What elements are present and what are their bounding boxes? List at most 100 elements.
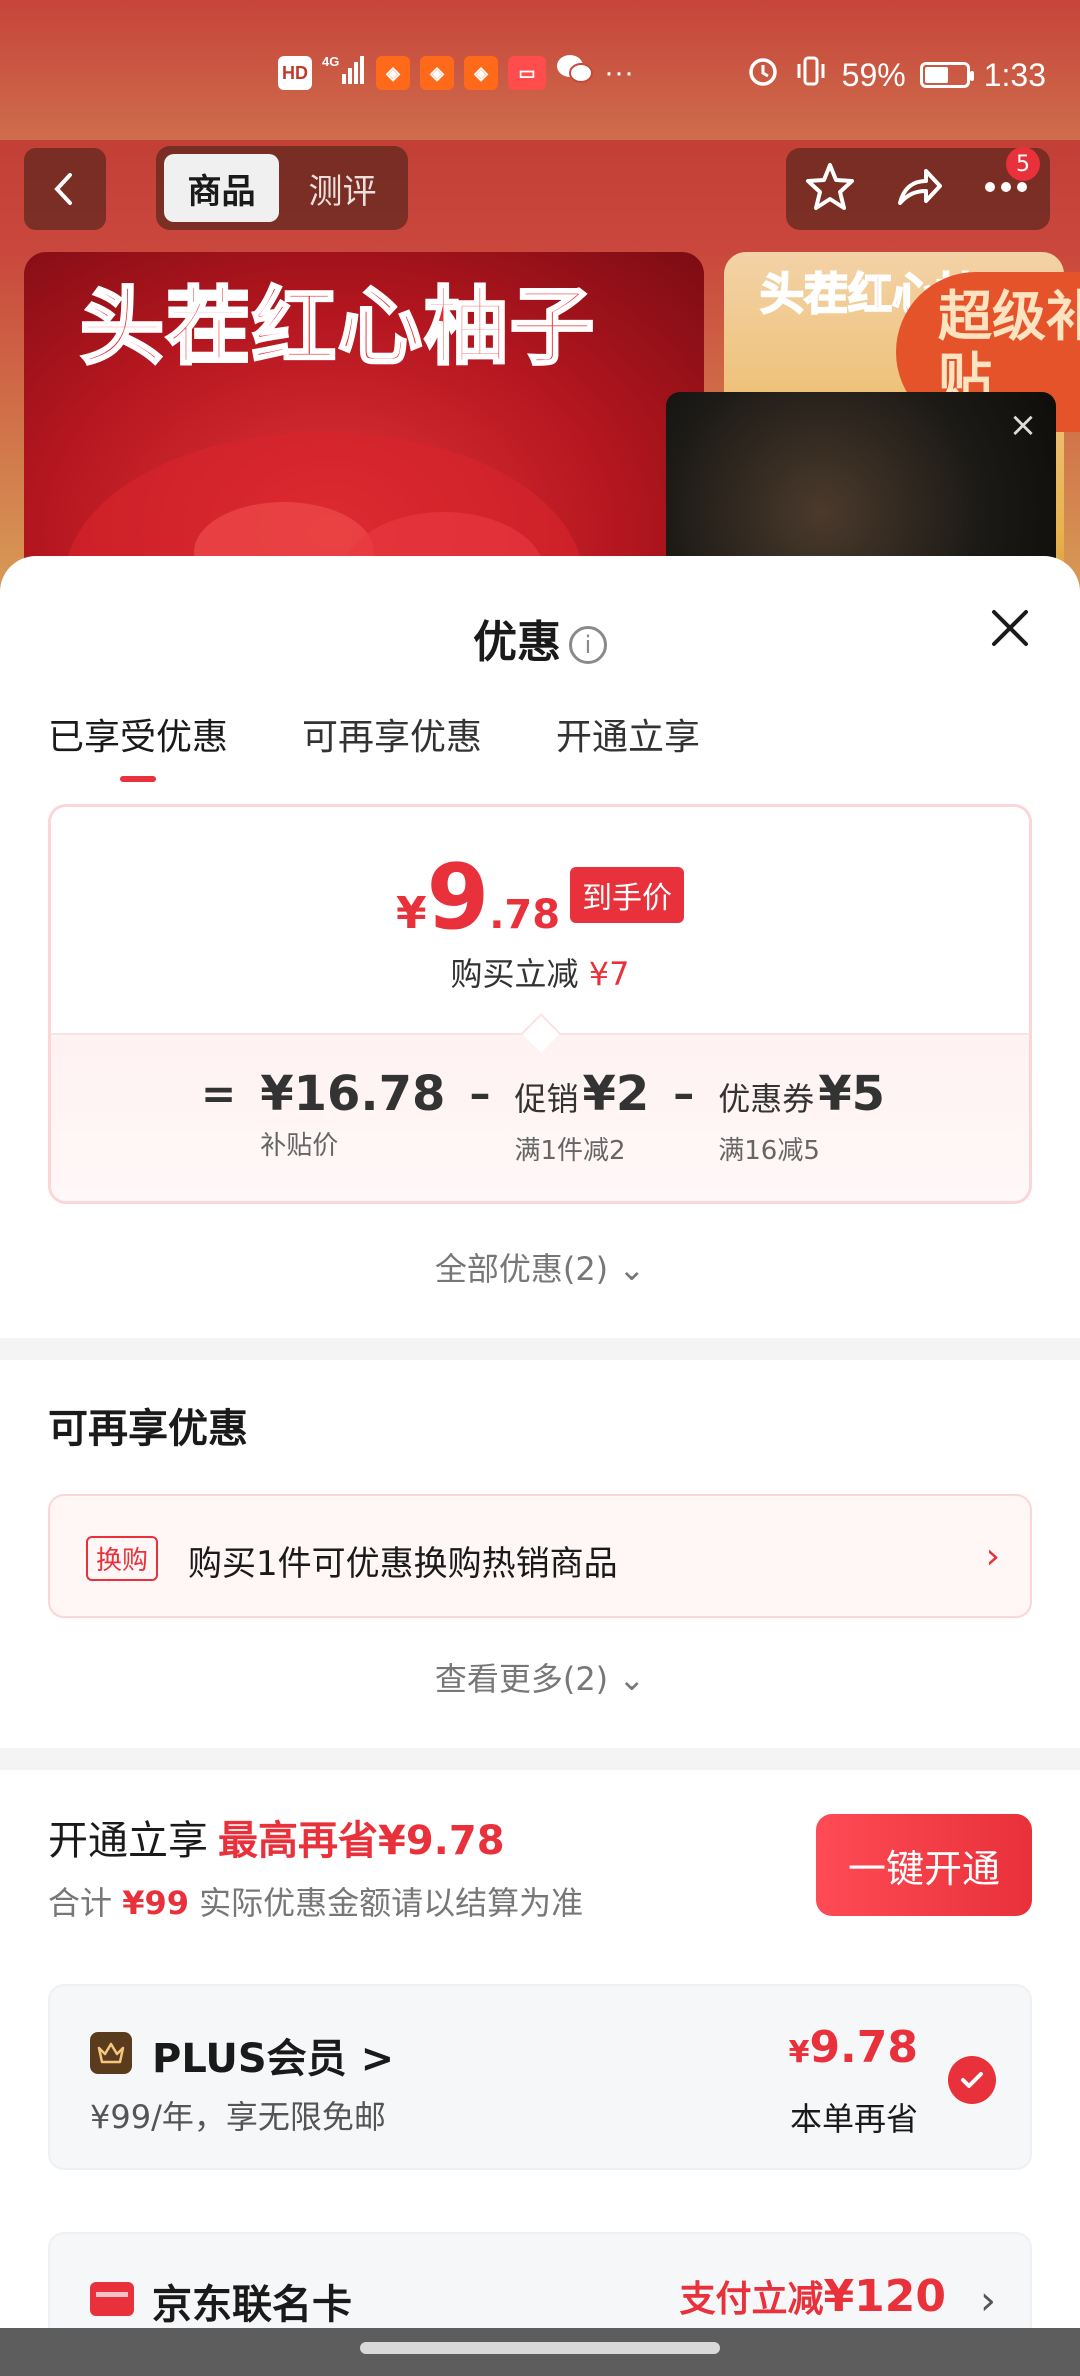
breakdown-value-line: 优惠券¥5 [718, 1067, 885, 1126]
swap-offer-text: 购买1件可优惠换购热销商品 [188, 1544, 618, 1584]
chevron-left-icon [54, 173, 72, 205]
reduce-value: ¥7 [588, 955, 630, 993]
breakdown-operator: – [673, 1069, 695, 1118]
close-icon[interactable] [988, 606, 1032, 650]
message-badge: 5 [1006, 147, 1040, 181]
price-summary: ¥9.78 到手价 购买立减 ¥7 [51, 807, 1029, 1033]
reduce-line: 购买立减 ¥7 [51, 949, 1029, 995]
credit-card-icon [90, 2282, 134, 2316]
plus-save-amount: ¥9.78 [789, 2022, 918, 2073]
hd-icon: HD [278, 56, 312, 90]
plus-membership-card[interactable]: PLUS会员 > ¥99/年，享无限免邮 ¥9.78 本单再省 [48, 1984, 1032, 2170]
section-divider [0, 1338, 1080, 1360]
breakdown-prefix: 促销 [514, 1080, 579, 1118]
signal-icon: 4G [322, 52, 366, 94]
chevron-right-icon: › [985, 1536, 1000, 1577]
tab-more-available[interactable]: 可再享优惠 [302, 708, 482, 764]
product-navbar: 商品 测评 5 [0, 146, 1080, 230]
activate-title-highlight: 最高再省¥9.78 [218, 1818, 505, 1864]
plus-membership-name[interactable]: PLUS会员 > [152, 2026, 394, 2084]
activate-sub-suffix: 实际优惠金额请以结算为准 [199, 1884, 584, 1922]
home-indicator[interactable] [360, 2342, 720, 2354]
tab-enjoyed[interactable]: 已享受优惠 [48, 708, 228, 782]
chevron-right-icon: › [980, 2278, 996, 2324]
plus-membership-desc: ¥99/年，享无限免邮 [90, 2098, 386, 2136]
sheet-header: 优惠 i [0, 556, 1080, 668]
cobrand-card-name: 京东联名卡 [152, 2282, 352, 2328]
plus-save-currency: ¥ [788, 2035, 810, 2070]
plus-save-value: 9.78 [809, 2022, 918, 2073]
system-nav-bar [0, 2328, 1080, 2376]
status-left-icons: HD 4G ◈ ◈ ◈ ▭ ··· [278, 52, 634, 94]
app-notification-icon: ◈ [420, 56, 454, 90]
nav-actions: 5 [786, 147, 1050, 230]
breakdown-note: 满1件减2 [514, 1136, 626, 1166]
breakdown-value: ¥16.78 [260, 1066, 446, 1122]
breakdown-item-coupon: 优惠券¥5 满16减5 [718, 1067, 885, 1167]
discount-bottom-sheet: 优惠 i 已享受优惠 可再享优惠 开通立享 ¥9.78 到手价 购买立减 ¥7 = … [0, 556, 1080, 2376]
tab-product[interactable]: 商品 [164, 154, 279, 222]
swap-tag: 换购 [86, 1536, 159, 1581]
activate-title-text: 开通立享 [48, 1818, 208, 1864]
final-price-currency: ¥ [395, 888, 427, 939]
more-offers-title: 可再享优惠 [48, 1406, 248, 1452]
cobrand-card-promo: 支付立减¥120 [680, 2270, 946, 2322]
status-bar: HD 4G ◈ ◈ ◈ ▭ ··· 59% 1:33 [0, 40, 1080, 110]
cobrand-promo-value: ¥120 [823, 2271, 946, 2322]
section-divider [0, 1748, 1080, 1770]
share-icon[interactable] [890, 159, 946, 219]
breakdown-operator: = [201, 1069, 237, 1118]
breakdown-note: 补贴价 [260, 1131, 339, 1161]
breakdown-value-line: 促销¥2 [514, 1067, 649, 1126]
breakdown-note: 满16减5 [718, 1136, 820, 1166]
huawei-app-icon: ▭ [508, 56, 546, 90]
breakdown-item-promotion: 促销¥2 满1件减2 [514, 1067, 649, 1167]
swap-offer-card[interactable]: 换购 购买1件可优惠换购热销商品 › [48, 1494, 1032, 1618]
battery-icon [919, 62, 974, 88]
battery-percent: 59% [841, 56, 906, 93]
price-breakdown: = ¥16.78 补贴价 – 促销¥2 满1件减2 – 优惠券¥5 满16减5 [51, 1033, 1029, 1201]
cobrand-promo-label: 支付立减 [679, 2279, 824, 2320]
more-dots-icon[interactable]: 5 [978, 147, 1040, 219]
sheet-title-text: 优惠 [473, 617, 561, 668]
reduce-label: 购买立减 [450, 955, 579, 993]
all-offers-toggle[interactable]: 全部优惠(2) ⌄ [0, 1244, 1080, 1290]
back-button[interactable] [24, 148, 106, 230]
checkmark-icon[interactable] [948, 2056, 996, 2104]
app-notification-icon: ◈ [464, 56, 498, 90]
wechat-icon [556, 52, 594, 94]
crown-icon [90, 2032, 132, 2074]
final-price-decimal: .78 [489, 892, 561, 938]
see-more-toggle[interactable]: 查看更多(2) ⌄ [0, 1654, 1080, 1700]
activate-subtitle: 合计 ¥99 实际优惠金额请以结算为准 [48, 1878, 583, 1924]
tab-activate[interactable]: 开通立享 [556, 708, 700, 764]
activate-sub-amount: ¥99 [122, 1884, 189, 1922]
status-right-icons: 59% 1:33 [746, 54, 1046, 96]
final-price-integer: 9 [426, 845, 490, 950]
clock: 1:33 [983, 56, 1046, 93]
breakdown-prefix: 优惠券 [718, 1080, 815, 1118]
favorite-star-icon[interactable] [802, 159, 858, 219]
alarm-icon [746, 54, 780, 96]
vibrate-icon [794, 54, 828, 96]
activate-section-title: 开通立享 最高再省¥9.78 [48, 1808, 505, 1866]
close-video-icon[interactable]: × [1006, 408, 1040, 442]
final-price-tag: 到手价 [570, 867, 685, 923]
breakdown-value: ¥5 [818, 1066, 886, 1122]
plus-save-label: 本单再省 [789, 2100, 918, 2138]
final-price: ¥9.78 到手价 [51, 845, 1029, 950]
signal-4g-text: 4G [322, 54, 339, 69]
tab-review[interactable]: 测评 [285, 154, 400, 222]
breakdown-item-subsidy-price: ¥16.78 补贴价 [260, 1067, 445, 1162]
activate-sub-prefix: 合计 [48, 1884, 113, 1922]
product-tab-switch: 商品 测评 [156, 146, 408, 230]
more-notifications-icon: ··· [604, 56, 634, 89]
battery-fill [924, 67, 948, 83]
breakdown-row: = ¥16.78 补贴价 – 促销¥2 满1件减2 – 优惠券¥5 满16减5 [201, 1067, 885, 1167]
app-notification-icon: ◈ [376, 56, 410, 90]
breakdown-operator: – [469, 1069, 491, 1118]
one-click-activate-button[interactable]: 一键开通 [816, 1814, 1032, 1916]
info-icon[interactable]: i [569, 626, 607, 664]
sheet-title: 优惠 i [0, 606, 1080, 670]
discount-tabs: 已享受优惠 可再享优惠 开通立享 [48, 708, 700, 782]
